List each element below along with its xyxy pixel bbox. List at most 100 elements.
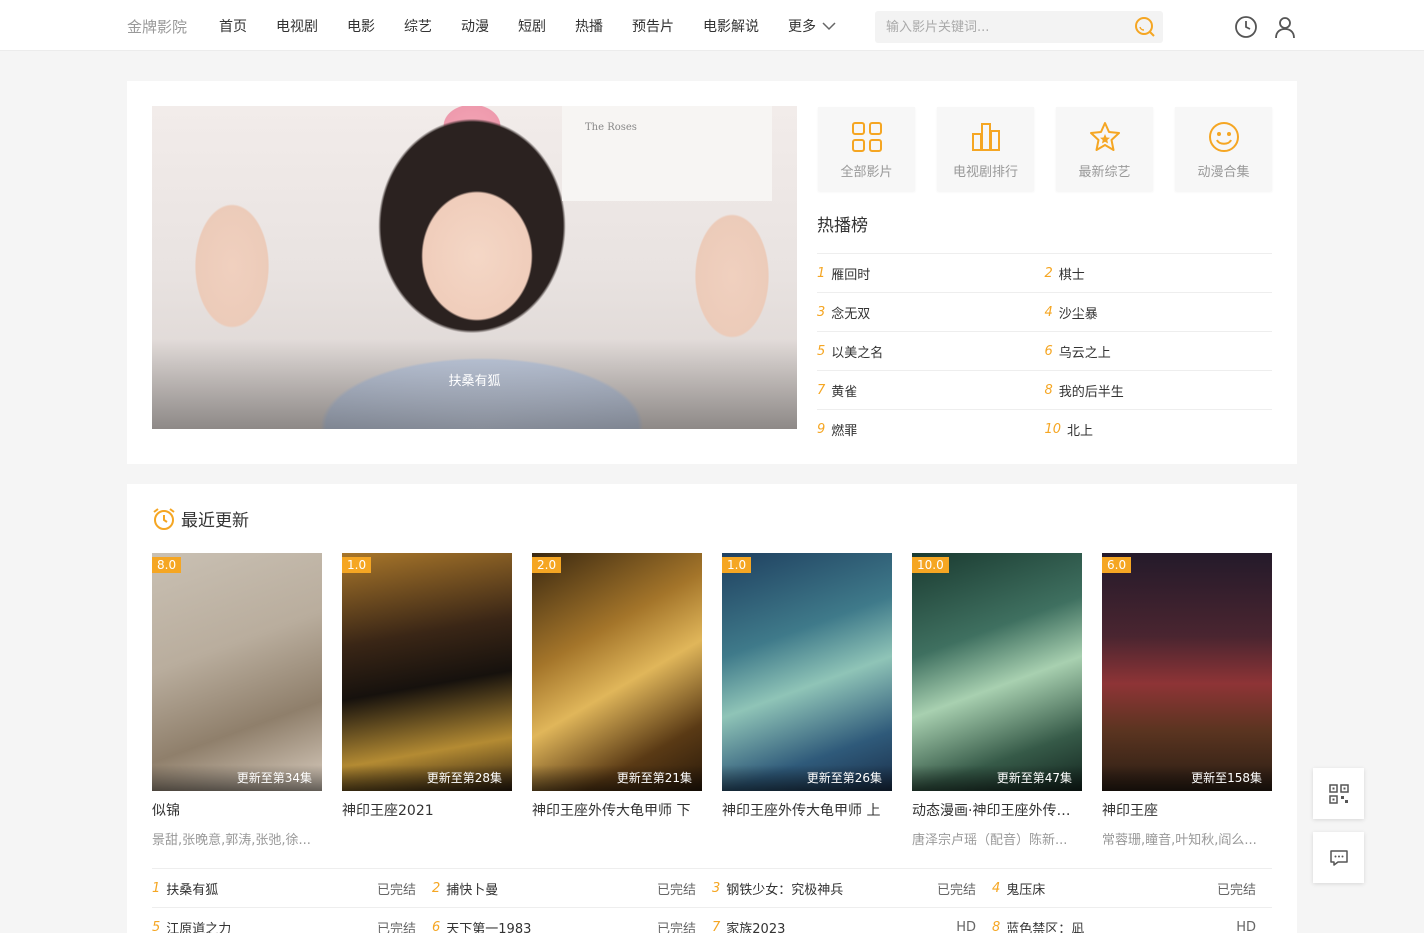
hot-name: 以美之名 [831, 345, 884, 361]
nav-item-variety[interactable]: 综艺 [404, 16, 432, 36]
card-title[interactable]: 神印王座外传大龟甲师 下 [532, 800, 702, 820]
featured-banner[interactable]: The Roses 扶桑有狐 [152, 106, 797, 429]
hot-item[interactable]: 2 棋士 [1045, 254, 1273, 292]
list-status: HD [956, 919, 976, 933]
hot-row: 5 以美之名 6 乌云之上 [817, 332, 1272, 371]
card-title[interactable]: 神印王座 [1102, 800, 1272, 820]
poster-image: 6.0 更新至158集 [1102, 553, 1272, 791]
score-badge: 8.0 [152, 557, 182, 573]
list-name: 捕快卜曼 [446, 882, 499, 898]
hot-name: 雁回时 [831, 267, 871, 283]
media-card[interactable]: 10.0 更新至第47集 动态漫画·神印王座外传大... 唐泽宗卢瑶（配音）陈新… [912, 553, 1082, 848]
list-status: HD [1236, 919, 1256, 933]
hot-name: 我的后半生 [1058, 384, 1124, 400]
list-item[interactable]: 6 天下第一1983 已完结 [432, 908, 712, 933]
history-button[interactable] [1234, 15, 1258, 43]
hot-rank: 10 [1044, 422, 1062, 437]
feedback-button[interactable] [1313, 832, 1364, 883]
hot-row: 9 燃罪 10 北上 [817, 410, 1272, 449]
quick-link-all[interactable]: 全部影片 [818, 107, 915, 191]
recent-header: 最近更新 [152, 506, 249, 531]
episode-label: 更新至第26集 [722, 765, 892, 791]
recent-list: 1 扶桑有狐 已完结 2 捕快卜曼 已完结 3 钢铁少女：究极神兵 已完结 4 鬼压床 已完结 … [152, 868, 1272, 933]
hot-item[interactable]: 5 以美之名 [817, 332, 1045, 370]
hot-rank: 8 [1044, 382, 1053, 398]
list-row: 5 江原道之力 已完结 6 天下第一1983 已完结 7 家族2023 HD 8 蓝色禁区：凪… [152, 908, 1272, 933]
nav-item-home[interactable]: 首页 [219, 16, 247, 36]
list-item[interactable]: 8 蓝色禁区：凪 HD [992, 908, 1272, 933]
hot-item[interactable]: 6 乌云之上 [1045, 332, 1273, 370]
poster-image: 2.0 更新至第21集 [532, 553, 702, 791]
hot-item[interactable]: 8 我的后半生 [1045, 371, 1273, 409]
list-rank: 5 [152, 919, 161, 933]
card-title[interactable]: 似锦 [152, 800, 322, 820]
card-title[interactable]: 神印王座外传大龟甲师 上 [722, 800, 892, 820]
list-name: 鬼压床 [1006, 882, 1046, 898]
quick-link-label: 电视剧排行 [952, 165, 1018, 180]
recent-cards: 8.0 更新至第34集 似锦 景甜,张晚意,郭涛,张弛,徐... 1.0 更新至… [152, 553, 1272, 848]
nav-item-tv[interactable]: 电视剧 [276, 16, 318, 36]
score-badge: 2.0 [532, 557, 562, 573]
card-actors: 唐泽宗卢瑶（配音）陈新... [912, 833, 1068, 848]
list-item[interactable]: 5 江原道之力 已完结 [152, 908, 432, 933]
media-card[interactable]: 6.0 更新至158集 神印王座 常蓉珊,瞳音,叶知秋,阎么... [1102, 553, 1272, 848]
card-title[interactable]: 神印王座2021 [342, 800, 512, 820]
hot-rank: 6 [1044, 343, 1053, 359]
quick-link-anime[interactable]: 动漫合集 [1175, 107, 1272, 191]
hot-item[interactable]: 9 燃罪 [817, 410, 1045, 449]
quick-link-label: 最新综艺 [1078, 165, 1131, 180]
nav-item-hot[interactable]: 热播 [575, 16, 603, 36]
quick-link-tv-rank[interactable]: 电视剧排行 [937, 107, 1034, 191]
banner-wall-poster [562, 106, 772, 201]
featured-panel: The Roses 扶桑有狐 全部影片 电视剧排行 最新综艺 动漫合集 热播榜 … [127, 81, 1297, 464]
score-badge: 1.0 [722, 557, 752, 573]
search-button[interactable] [1133, 16, 1157, 38]
clock-icon [1235, 16, 1257, 38]
quick-link-label: 动漫合集 [1197, 165, 1250, 180]
nav-item-short[interactable]: 短剧 [518, 16, 546, 36]
list-item[interactable]: 3 钢铁少女：究极神兵 已完结 [712, 869, 992, 907]
media-card[interactable]: 2.0 更新至第21集 神印王座外传大龟甲师 下 [532, 553, 702, 848]
hot-rank: 3 [817, 304, 826, 320]
nav-item-trailer[interactable]: 预告片 [632, 16, 674, 36]
nav-more-button[interactable]: 更多 [788, 16, 836, 36]
score-badge: 1.0 [342, 557, 372, 573]
hot-item[interactable]: 7 黄雀 [817, 371, 1045, 409]
list-rank: 4 [992, 880, 1001, 896]
bar-chart-icon [971, 123, 1000, 151]
hot-rank: 5 [817, 343, 826, 359]
list-status: 已完结 [656, 921, 696, 933]
qrcode-button[interactable] [1313, 768, 1364, 819]
hot-item[interactable]: 3 念无双 [817, 293, 1045, 331]
main-nav: 首页 电视剧 电影 综艺 动漫 短剧 热播 预告片 电影解说 更多 [219, 16, 865, 36]
list-item[interactable]: 4 鬼压床 已完结 [992, 869, 1272, 907]
media-card[interactable]: 1.0 更新至第26集 神印王座外传大龟甲师 上 [722, 553, 892, 848]
hot-row: 1 雁回时 2 棋士 [817, 254, 1272, 293]
hot-item[interactable]: 1 雁回时 [817, 254, 1045, 292]
episode-label: 更新至第34集 [152, 765, 322, 791]
alarm-clock-icon [153, 507, 175, 530]
list-item[interactable]: 1 扶桑有狐 已完结 [152, 869, 432, 907]
nav-item-commentary[interactable]: 电影解说 [703, 16, 759, 36]
site-logo[interactable]: 金牌影院 [127, 16, 187, 37]
search-input[interactable] [875, 11, 1125, 43]
hot-name: 棋士 [1058, 267, 1085, 283]
card-title[interactable]: 动态漫画·神印王座外传大... [912, 800, 1082, 820]
media-card[interactable]: 8.0 更新至第34集 似锦 景甜,张晚意,郭涛,张弛,徐... [152, 553, 322, 848]
list-item[interactable]: 7 家族2023 HD [712, 908, 992, 933]
media-card[interactable]: 1.0 更新至第28集 神印王座2021 [342, 553, 512, 848]
list-name: 蓝色禁区：凪 [1006, 921, 1085, 933]
smile-icon [1208, 122, 1239, 152]
nav-item-anime[interactable]: 动漫 [461, 16, 489, 36]
list-item[interactable]: 2 捕快卜曼 已完结 [432, 869, 712, 907]
nav-item-movie[interactable]: 电影 [347, 16, 375, 36]
user-button[interactable] [1273, 15, 1297, 43]
list-rank: 8 [992, 919, 1001, 933]
quick-link-variety[interactable]: 最新综艺 [1056, 107, 1153, 191]
search-box [875, 11, 1163, 43]
list-status: 已完结 [376, 921, 416, 933]
list-name: 扶桑有狐 [166, 882, 219, 898]
episode-label: 更新至第47集 [912, 765, 1082, 791]
hot-item[interactable]: 4 沙尘暴 [1045, 293, 1273, 331]
hot-item[interactable]: 10 北上 [1045, 410, 1273, 449]
